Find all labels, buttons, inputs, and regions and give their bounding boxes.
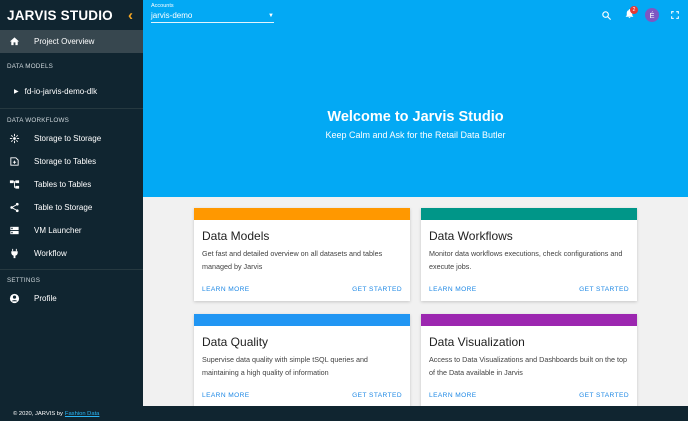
nav-storage-to-storage[interactable]: Storage to Storage [0, 127, 143, 150]
card-color-bar [194, 314, 410, 326]
card-description: Supervise data quality with simple tSQL … [202, 355, 368, 377]
hero-title: Welcome to Jarvis Studio [327, 109, 504, 125]
nav-project-overview[interactable]: Project Overview [0, 30, 143, 53]
footer-text: © 2020, JARVIS by [13, 410, 63, 417]
note-add-icon [7, 155, 21, 169]
card-color-bar [421, 314, 637, 326]
card-actions: LEARN MORE GET STARTED [429, 286, 629, 293]
get-started-button[interactable]: GET STARTED [579, 392, 629, 399]
footer: © 2020, JARVIS by Fashion Data [0, 406, 688, 421]
nav-label: Storage to Tables [34, 157, 97, 166]
card-color-bar [421, 208, 637, 220]
notification-badge: 2 [630, 6, 638, 14]
card-title: Data Visualization [429, 335, 525, 349]
tree-item-label: fd-io-jarvis-demo-dlk [24, 87, 98, 96]
learn-more-button[interactable]: LEARN MORE [202, 286, 250, 293]
card-description: Monitor data workflows executions, check… [429, 249, 623, 271]
nav-label: Storage to Storage [34, 134, 102, 143]
card-data-quality: Data Quality Supervise data quality with… [194, 314, 410, 407]
account-tree-icon [7, 178, 21, 192]
get-started-button[interactable]: GET STARTED [352, 286, 402, 293]
get-started-button[interactable]: GET STARTED [579, 286, 629, 293]
get-started-button[interactable]: GET STARTED [352, 392, 402, 399]
learn-more-button[interactable]: LEARN MORE [429, 392, 477, 399]
app-title: JARVIS STUDIO [7, 7, 113, 23]
learn-more-button[interactable]: LEARN MORE [202, 392, 250, 399]
section-label-data-models: DATA MODELS [7, 63, 54, 70]
account-value: jarvis-demo [151, 11, 193, 20]
learn-more-button[interactable]: LEARN MORE [429, 286, 477, 293]
nav-table-to-storage[interactable]: Table to Storage [0, 196, 143, 219]
account-selector[interactable]: Accounts jarvis-demo ▼ [151, 3, 274, 23]
hub-icon [7, 132, 21, 146]
hero-subtitle: Keep Calm and Ask for the Retail Data Bu… [325, 130, 506, 140]
section-label-data-workflows: DATA WORKFLOWS [7, 117, 70, 124]
account-circle-icon [7, 292, 21, 306]
fullscreen-icon[interactable] [665, 5, 685, 25]
card-actions: LEARN MORE GET STARTED [202, 286, 402, 293]
tree-item-dlk[interactable]: ▶ fd-io-jarvis-demo-dlk [0, 80, 143, 103]
nav-project-overview-label: Project Overview [34, 37, 95, 46]
card-title: Data Quality [202, 335, 269, 349]
dns-icon [7, 224, 21, 238]
nav-vm-launcher[interactable]: VM Launcher [0, 219, 143, 242]
card-data-visualization: Data Visualization Access to Data Visual… [421, 314, 637, 407]
brand-header: JARVIS STUDIO ‹ [0, 0, 143, 30]
home-icon [7, 35, 21, 49]
nav-label: Table to Storage [34, 203, 93, 212]
account-dropdown[interactable]: jarvis-demo ▼ [151, 9, 274, 23]
dropdown-arrow-icon: ▼ [268, 12, 274, 19]
card-actions: LEARN MORE GET STARTED [429, 392, 629, 399]
nav-storage-to-tables[interactable]: Storage to Tables [0, 150, 143, 173]
nav-label: Tables to Tables [34, 180, 92, 189]
nav-label: Workflow [34, 249, 67, 258]
hero-banner: Accounts jarvis-demo ▼ 2 É Welcome to Ja… [143, 0, 688, 197]
top-toolbar: 2 É [596, 0, 688, 30]
card-description: Get fast and detailed overview on all da… [202, 249, 383, 271]
nav-label: VM Launcher [34, 226, 82, 235]
notifications-button[interactable]: 2 [619, 5, 639, 25]
card-data-models: Data Models Get fast and detailed overvi… [194, 208, 410, 301]
nav-tables-to-tables[interactable]: Tables to Tables [0, 173, 143, 196]
power-plug-icon [7, 247, 21, 261]
card-color-bar [194, 208, 410, 220]
sidebar: JARVIS STUDIO ‹ Project Overview DATA MO… [0, 0, 143, 406]
user-avatar-button[interactable]: É [642, 5, 662, 25]
share-icon [7, 201, 21, 215]
nav-label: Profile [34, 294, 57, 303]
card-title: Data Models [202, 229, 270, 243]
card-data-workflows: Data Workflows Monitor data workflows ex… [421, 208, 637, 301]
avatar: É [645, 8, 659, 22]
nav-workflow[interactable]: Workflow [0, 242, 143, 265]
caret-right-icon: ▶ [14, 89, 19, 95]
footer-link[interactable]: Fashion Data [65, 411, 99, 417]
nav-profile[interactable]: Profile [0, 287, 143, 310]
card-title: Data Workflows [429, 229, 513, 243]
collapse-sidebar-icon[interactable]: ‹ [128, 8, 133, 23]
section-label-settings: SETTINGS [7, 277, 41, 284]
card-actions: LEARN MORE GET STARTED [202, 392, 402, 399]
card-description: Access to Data Visualizations and Dashbo… [429, 355, 628, 377]
search-icon[interactable] [596, 5, 616, 25]
